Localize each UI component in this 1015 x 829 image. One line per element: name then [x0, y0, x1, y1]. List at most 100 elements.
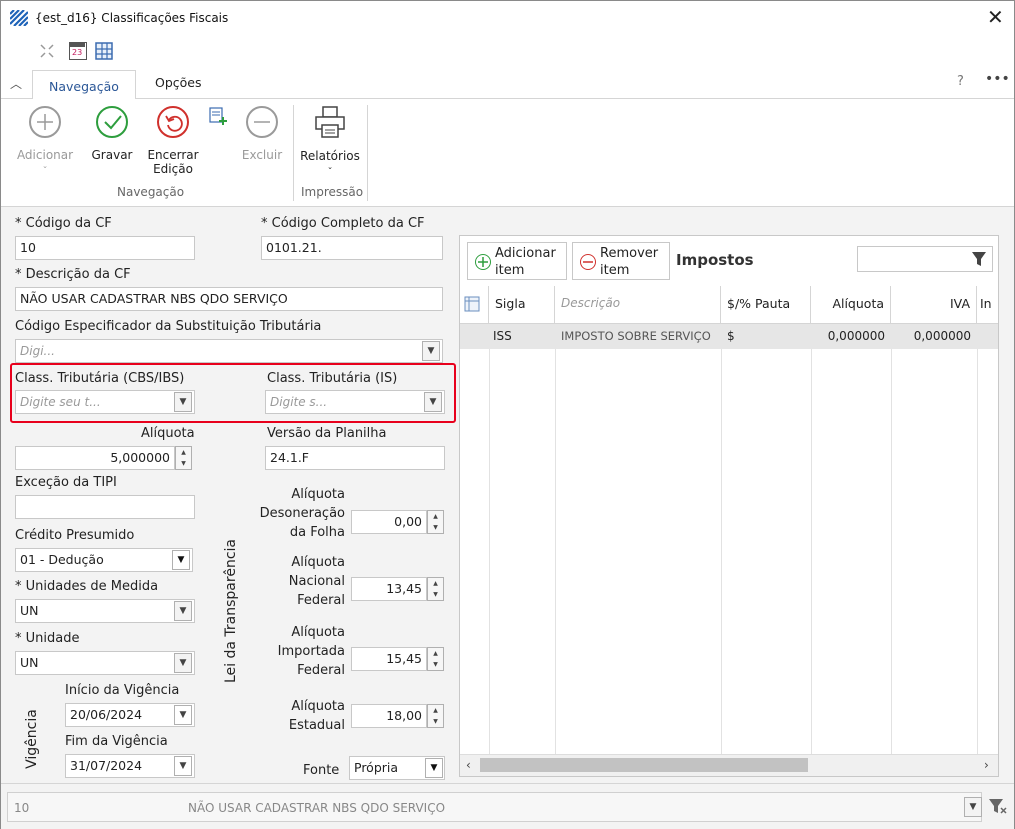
- imp-line-1: Alíquota: [291, 625, 345, 640]
- end-edit-button[interactable]: Encerrar Edição: [143, 106, 203, 176]
- nacional-input[interactable]: 13,45: [351, 577, 427, 601]
- versao-input[interactable]: 24.1.F: [265, 446, 445, 470]
- cell-aliquota[interactable]: 0,000000: [811, 324, 891, 349]
- group-navegacao-label: Navegação: [117, 185, 185, 199]
- chevron-up-icon[interactable]: ︿: [10, 75, 22, 92]
- estadual-spinner[interactable]: ▲ ▼: [427, 704, 444, 728]
- codigo-completo-label: * Código Completo da CF: [261, 216, 425, 231]
- grid-line: [811, 349, 812, 761]
- excecao-input[interactable]: [15, 495, 195, 519]
- cell-descricao[interactable]: IMPOSTO SOBRE SERVIÇO: [555, 324, 721, 349]
- column-header-aliquota[interactable]: Alíquota: [811, 286, 891, 324]
- cell-sigla[interactable]: ISS: [489, 324, 555, 349]
- importada-input[interactable]: 15,45: [351, 647, 427, 671]
- save-button[interactable]: Gravar: [87, 106, 137, 162]
- cest-label: Código Especificador da Substituição Tri…: [15, 319, 322, 334]
- remove-item-label-1: Remover: [600, 246, 659, 261]
- transparencia-label: Lei da Transparência: [223, 539, 239, 683]
- scroll-left-icon[interactable]: ‹: [466, 758, 471, 772]
- end-edit-label-1: Encerrar: [147, 148, 199, 162]
- close-icon[interactable]: ✕: [987, 5, 1004, 29]
- scroll-right-icon[interactable]: ›: [984, 758, 989, 772]
- column-chooser-header[interactable]: [460, 286, 489, 324]
- add-item-label-2: item: [495, 263, 525, 278]
- filter-input[interactable]: [857, 246, 993, 272]
- chevron-down-icon[interactable]: ▼: [964, 797, 982, 817]
- aliquota-input[interactable]: 5,000000: [15, 446, 175, 470]
- estadual-input[interactable]: 18,00: [351, 704, 427, 728]
- chevron-down-icon[interactable]: ▼: [422, 341, 440, 361]
- column-header-iva[interactable]: IVA: [891, 286, 977, 324]
- deson-line-3: da Folha: [289, 525, 345, 540]
- add-item-button[interactable]: Adicionar item: [467, 242, 567, 280]
- fonte-label: Fonte: [303, 763, 340, 778]
- unidades-label: * Unidades de Medida: [15, 579, 159, 594]
- nac-line-3: Federal: [297, 593, 345, 608]
- cest-select[interactable]: Digi...: [15, 339, 443, 363]
- column-header-sigla[interactable]: Sigla: [489, 286, 555, 324]
- column-chooser-icon: [464, 296, 480, 315]
- unidade-select[interactable]: UN: [15, 651, 195, 675]
- chevron-down-icon[interactable]: ▼: [174, 653, 192, 673]
- title-bar: {est_d16} Classificações Fiscais ✕: [1, 1, 1014, 35]
- column-header-descricao[interactable]: Descrição: [555, 286, 721, 324]
- chevron-down-icon[interactable]: ▼: [174, 756, 192, 776]
- chevron-down-icon[interactable]: ▼: [425, 758, 443, 778]
- grid-icon[interactable]: [95, 42, 113, 63]
- add-button[interactable]: Adicionar ⌄: [11, 106, 79, 170]
- descricao-input[interactable]: NÃO USAR CADASTRAR NBS QDO SERVIÇO: [15, 287, 443, 311]
- credito-select[interactable]: 01 - Dedução: [15, 548, 193, 572]
- desoneracao-spinner[interactable]: ▲ ▼: [427, 510, 444, 534]
- row-selector[interactable]: [460, 324, 489, 349]
- group-impressao-label: Impressão: [301, 185, 364, 199]
- remove-item-button[interactable]: Remover item: [572, 242, 670, 280]
- add-item-label-1: Adicionar: [495, 246, 556, 261]
- codigo-completo-input[interactable]: 0101.21.: [261, 236, 443, 260]
- grid-line: [489, 349, 490, 761]
- codigo-cf-input[interactable]: 10: [15, 236, 195, 260]
- column-header-pauta[interactable]: $/% Pauta: [721, 286, 811, 324]
- window: {est_d16} Classificações Fiscais ✕ 23 ︿ …: [0, 0, 1015, 829]
- cell-pauta[interactable]: $: [721, 324, 811, 349]
- aliquota-spinner[interactable]: ▲ ▼: [175, 446, 192, 470]
- dropdown-arrow-icon: ⌄: [42, 162, 48, 170]
- collapse-icon[interactable]: [39, 43, 55, 62]
- nacional-spinner[interactable]: ▲ ▼: [427, 577, 444, 601]
- unidades-select[interactable]: UN: [15, 599, 195, 623]
- reports-button[interactable]: Relatórios ⌄: [297, 105, 363, 171]
- filter-icon[interactable]: [972, 252, 986, 269]
- record-navigator: 10 NÃO USAR CADASTRAR NBS QDO SERVIÇO ▼: [1, 783, 1014, 829]
- aliquota-label: Alíquota: [141, 426, 195, 441]
- est-line-2: Estadual: [288, 718, 345, 733]
- quick-access-toolbar: 23: [1, 35, 1014, 67]
- nac-line-2: Nacional: [288, 574, 345, 589]
- filter-clear-icon[interactable]: [989, 799, 1007, 818]
- add-record-icon[interactable]: [209, 107, 227, 128]
- scrollbar-thumb[interactable]: [480, 758, 808, 772]
- help-icon[interactable]: ?: [957, 74, 964, 89]
- estadual-label: Alíquota Estadual: [249, 697, 345, 735]
- chevron-down-icon[interactable]: ▼: [172, 550, 190, 570]
- more-icon[interactable]: •••: [985, 71, 1010, 87]
- minus-icon: [246, 106, 278, 138]
- column-header-in[interactable]: In: [977, 286, 998, 324]
- tab-navegacao[interactable]: Navegação: [32, 70, 136, 100]
- tab-opcoes[interactable]: Opções: [149, 75, 208, 90]
- horizontal-scrollbar[interactable]: ‹ ›: [460, 754, 998, 776]
- importada-spinner[interactable]: ▲ ▼: [427, 647, 444, 671]
- desoneracao-input[interactable]: 0,00: [351, 510, 427, 534]
- delete-label: Excluir: [241, 148, 283, 162]
- delete-button[interactable]: Excluir: [233, 106, 291, 162]
- nacional-label: Alíquota Nacional Federal: [249, 553, 345, 610]
- cell-iva[interactable]: 0,000000: [891, 324, 977, 349]
- calendar-icon[interactable]: 23: [69, 42, 87, 60]
- impostos-title: Impostos: [676, 251, 754, 269]
- ribbon-separator: [293, 105, 294, 201]
- chevron-down-icon[interactable]: ▼: [174, 601, 192, 621]
- cell-in[interactable]: [977, 324, 998, 349]
- calendar-day: 23: [72, 48, 83, 57]
- chevron-down-icon[interactable]: ▼: [174, 705, 192, 725]
- fim-label: Fim da Vigência: [65, 734, 168, 749]
- record-selector[interactable]: 10 NÃO USAR CADASTRAR NBS QDO SERVIÇO ▼: [7, 792, 982, 822]
- excecao-label: Exceção da TIPI: [15, 475, 117, 490]
